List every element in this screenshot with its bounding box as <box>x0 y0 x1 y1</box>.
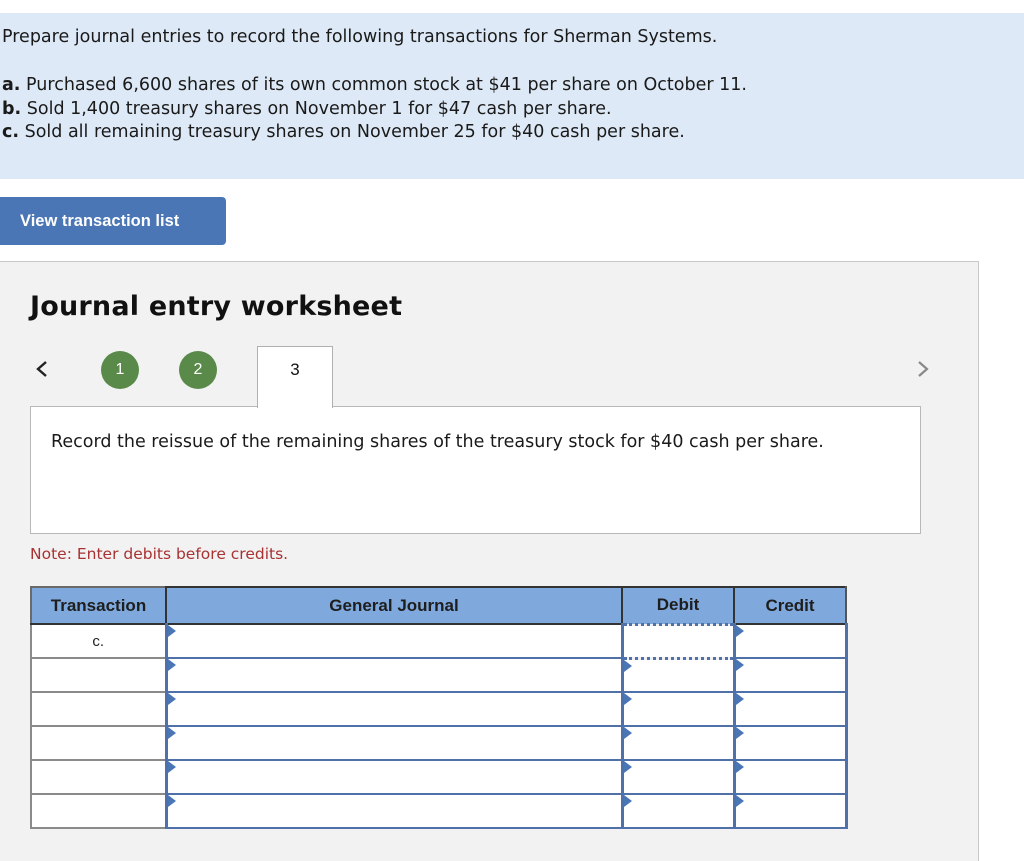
general-journal-dropdown[interactable] <box>167 660 621 690</box>
field-marker-icon <box>735 659 744 671</box>
chevron-right-icon <box>918 361 929 377</box>
field-marker-icon <box>735 625 744 637</box>
transaction-cell <box>30 657 167 693</box>
debit-input-cell <box>620 759 736 795</box>
credit-input[interactable] <box>735 626 845 656</box>
transaction-cell <box>30 725 167 761</box>
journal-header-row: Transaction General Journal Debit Credit <box>30 586 847 625</box>
column-header-credit: Credit <box>733 586 847 625</box>
general-journal-dropdown-cell <box>164 725 624 761</box>
field-marker-icon <box>735 727 744 739</box>
field-marker-icon <box>167 625 176 637</box>
instruction-text: Record the reissue of the remaining shar… <box>51 432 824 452</box>
field-marker-icon <box>623 795 632 807</box>
credit-input-cell <box>732 725 848 761</box>
debit-input[interactable] <box>623 796 733 826</box>
debit-input-cell <box>620 725 736 761</box>
field-marker-icon <box>623 761 632 773</box>
transaction-letter: a. <box>2 75 21 95</box>
column-header-debit: Debit <box>621 586 735 625</box>
general-journal-dropdown-cell <box>164 657 624 693</box>
field-marker-icon <box>167 727 176 739</box>
field-marker-icon <box>167 761 176 773</box>
credit-input[interactable] <box>735 796 845 826</box>
transaction-item-b: b. Sold 1,400 treasury shares on Novembe… <box>2 98 747 122</box>
worksheet-title: Journal entry worksheet <box>30 291 403 322</box>
credit-input[interactable] <box>735 660 845 690</box>
transaction-text: Purchased 6,600 shares of its own common… <box>26 75 747 95</box>
problem-intro: Prepare journal entries to record the fo… <box>2 27 718 47</box>
credit-input-cell <box>732 759 848 795</box>
instruction-box: Record the reissue of the remaining shar… <box>30 406 921 534</box>
transaction-item-c: c. Sold all remaining treasury shares on… <box>2 121 747 145</box>
journal-row <box>30 793 848 829</box>
step-1-button[interactable]: 1 <box>101 351 139 389</box>
general-journal-dropdown[interactable] <box>167 728 621 758</box>
step-2-button[interactable]: 2 <box>179 351 217 389</box>
step-3-tab[interactable]: 3 <box>257 346 333 408</box>
column-header-transaction: Transaction <box>30 586 167 625</box>
problem-statement: Prepare journal entries to record the fo… <box>0 13 1024 179</box>
journal-row <box>30 691 848 727</box>
journal-row <box>30 725 848 761</box>
journal-row <box>30 657 848 693</box>
general-journal-dropdown-cell <box>164 793 624 829</box>
previous-button[interactable] <box>34 357 50 381</box>
debit-input-cell <box>620 691 736 727</box>
journal-row: c. <box>30 622 848 660</box>
debit-input-cell <box>620 793 736 829</box>
credit-input[interactable] <box>735 728 845 758</box>
journal-table: Transaction General Journal Debit Credit… <box>30 586 848 829</box>
credit-input-cell <box>732 691 848 727</box>
view-transaction-list-button[interactable]: View transaction list <box>0 197 226 245</box>
debit-input-cell <box>620 657 736 693</box>
transaction-cell <box>30 793 167 829</box>
transaction-list: a. Purchased 6,600 shares of its own com… <box>2 74 747 145</box>
credit-input-cell <box>732 657 848 693</box>
field-marker-icon <box>167 693 176 705</box>
debit-input[interactable] <box>623 626 733 656</box>
credit-input-cell <box>732 793 848 829</box>
note-text: Note: Enter debits before credits. <box>30 545 289 563</box>
general-journal-dropdown[interactable] <box>167 694 621 724</box>
credit-input[interactable] <box>735 762 845 792</box>
debit-input[interactable] <box>623 762 733 792</box>
transaction-text: Sold 1,400 treasury shares on November 1… <box>26 98 612 119</box>
general-journal-dropdown[interactable] <box>167 796 621 826</box>
general-journal-dropdown-cell <box>164 691 624 727</box>
credit-input-cell <box>732 623 848 659</box>
transaction-item-a: a. Purchased 6,600 shares of its own com… <box>2 74 747 98</box>
journal-row <box>30 759 848 795</box>
column-header-general-journal: General Journal <box>165 586 623 625</box>
debit-input[interactable] <box>623 694 733 724</box>
field-marker-icon <box>623 727 632 739</box>
field-marker-icon <box>735 761 744 773</box>
general-journal-dropdown[interactable] <box>167 762 621 792</box>
field-marker-icon <box>167 795 176 807</box>
transaction-letter: c. <box>2 122 20 142</box>
debit-input[interactable] <box>623 660 733 691</box>
transaction-cell <box>30 759 167 795</box>
transaction-cell <box>30 691 167 727</box>
transaction-letter: b. <box>2 98 22 119</box>
next-button[interactable] <box>915 357 931 381</box>
field-marker-icon <box>735 693 744 705</box>
field-marker-icon <box>623 693 632 705</box>
field-marker-icon <box>167 659 176 671</box>
debit-input[interactable] <box>623 728 733 758</box>
debit-input-cell <box>620 622 736 660</box>
credit-input[interactable] <box>735 694 845 724</box>
general-journal-dropdown-cell <box>164 623 624 659</box>
transaction-text: Sold all remaining treasury shares on No… <box>24 122 685 142</box>
field-marker-icon <box>623 659 632 672</box>
field-marker-icon <box>735 795 744 807</box>
transaction-cell: c. <box>30 623 167 659</box>
general-journal-dropdown-cell <box>164 759 624 795</box>
chevron-left-icon <box>36 361 47 377</box>
general-journal-dropdown[interactable] <box>167 626 621 656</box>
